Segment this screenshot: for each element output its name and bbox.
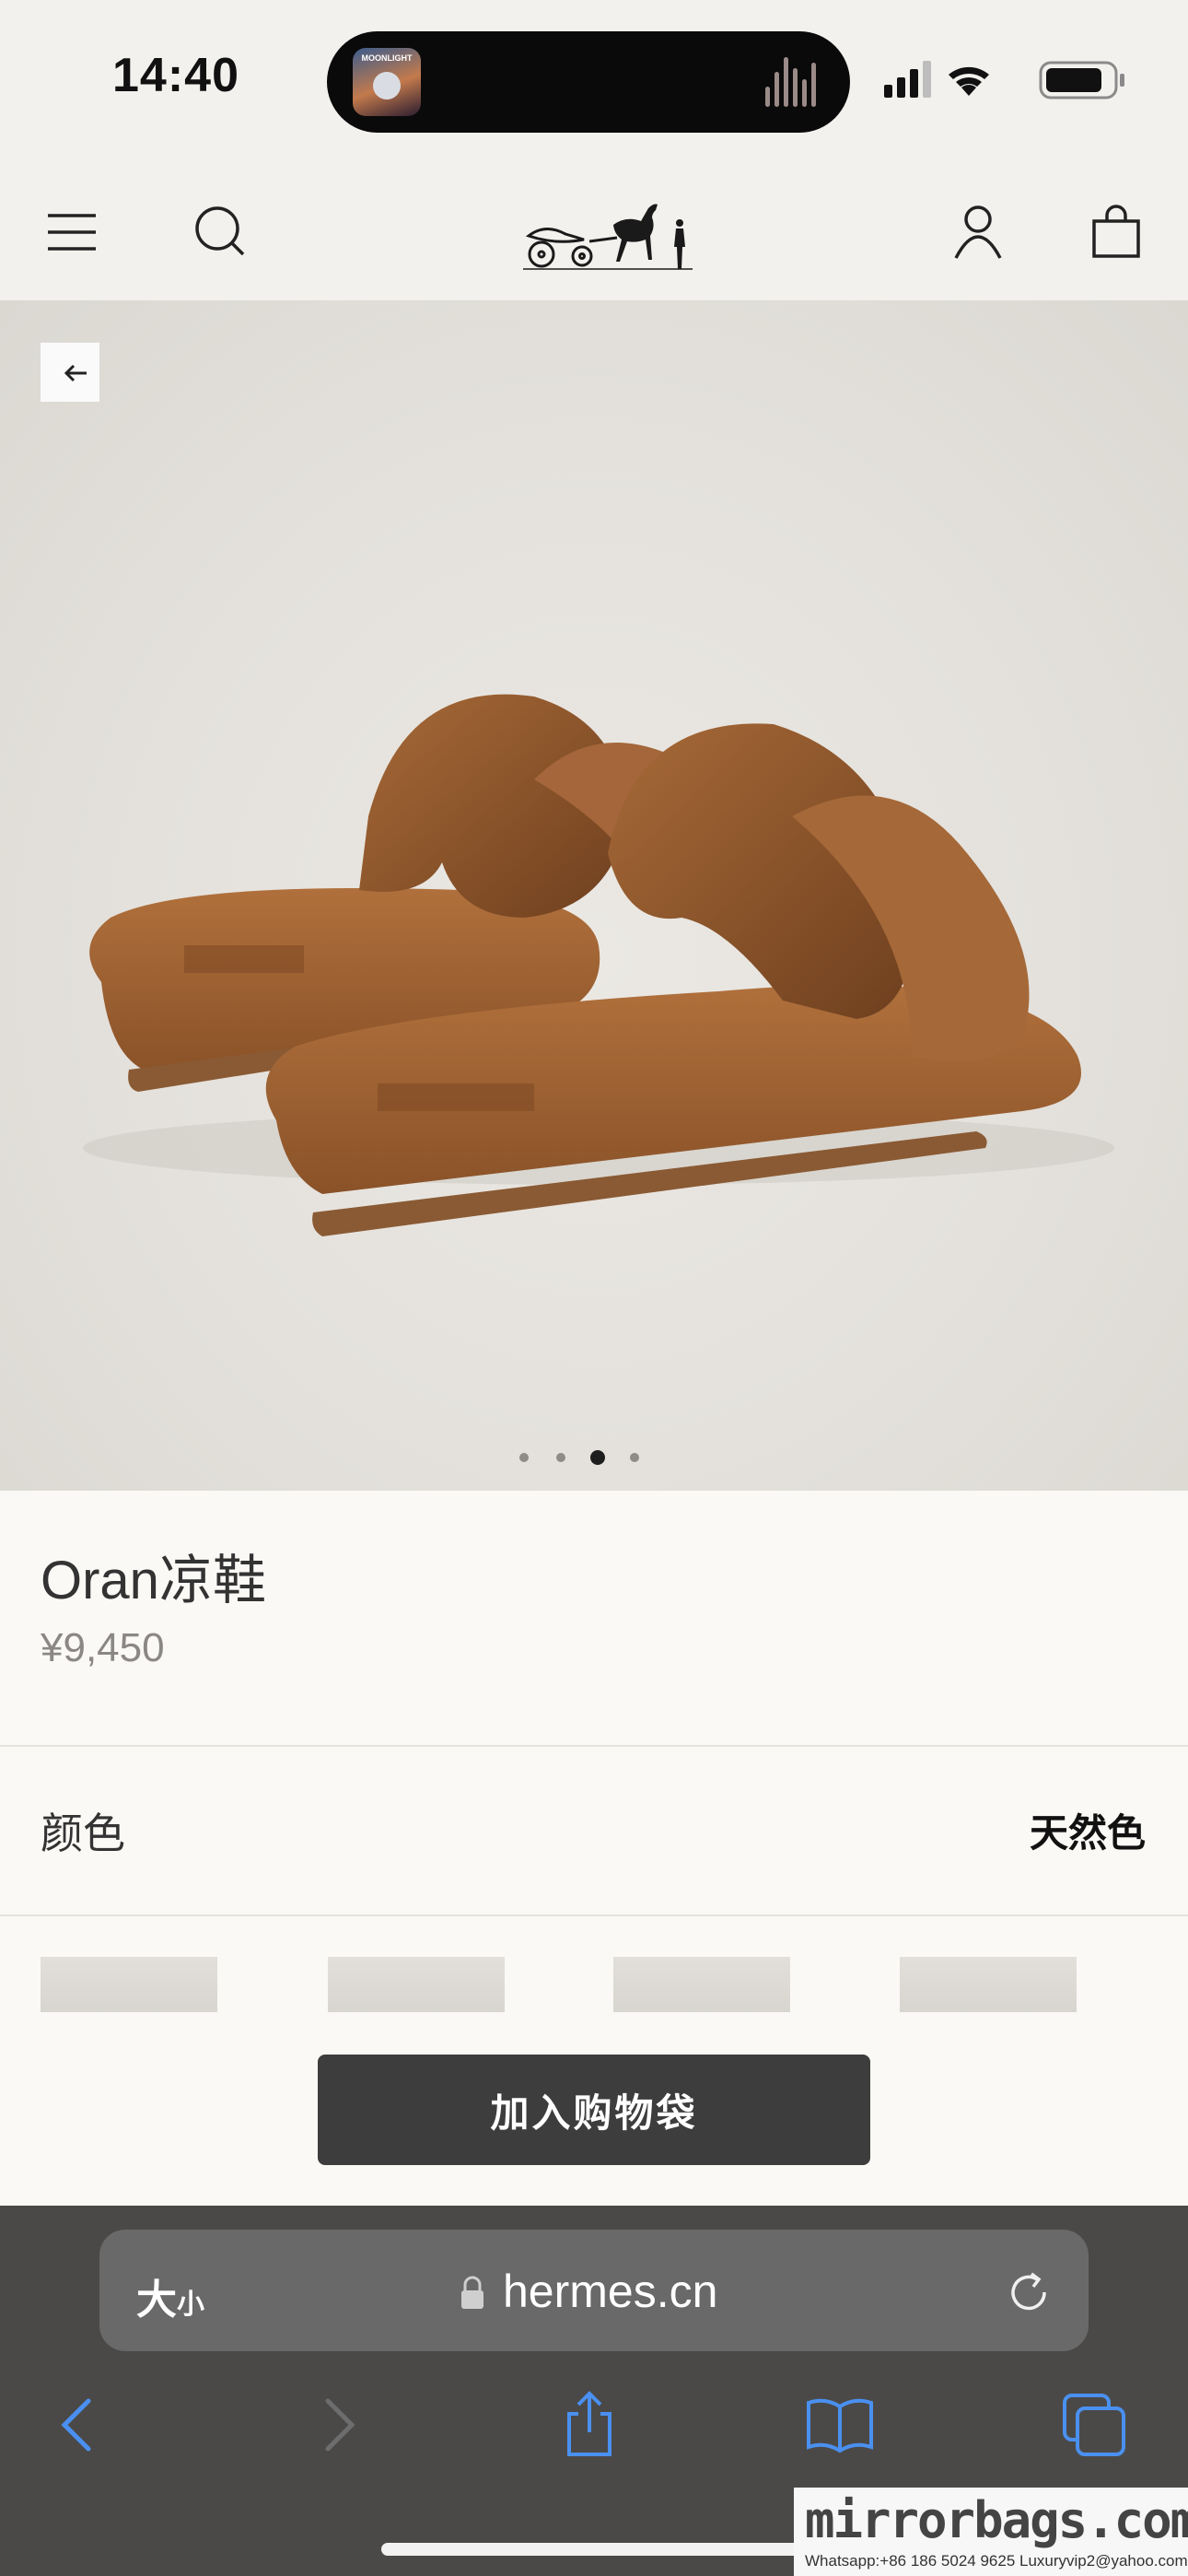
now-playing-artwork: MOONLIGHT bbox=[353, 48, 421, 116]
watermark-contact: Whatsapp:+86 186 5024 9625 Luxuryvip2@ya… bbox=[805, 2552, 1188, 2570]
color-swatch[interactable] bbox=[900, 1957, 1077, 2012]
status-bar: 14:40 MOONLIGHT bbox=[0, 0, 1188, 166]
url-text: hermes.cn bbox=[503, 2266, 718, 2317]
gallery-dot-active[interactable] bbox=[590, 1450, 605, 1465]
search-icon[interactable] bbox=[188, 199, 254, 265]
reload-icon[interactable] bbox=[1004, 2266, 1054, 2316]
hamburger-menu-icon[interactable] bbox=[39, 199, 105, 265]
gallery-pagination-dots bbox=[516, 1449, 663, 1468]
status-icons bbox=[884, 61, 1124, 100]
address-bar[interactable]: 大小 hermes.cn bbox=[99, 2230, 1089, 2351]
status-time: 14:40 bbox=[112, 49, 239, 102]
text-size-small: 小 bbox=[177, 2289, 204, 2320]
product-name: Oran凉鞋 bbox=[41, 1551, 266, 1610]
color-value: 天然色 bbox=[1029, 1811, 1146, 1855]
watermark-main: mirrorbags.com bbox=[805, 2491, 1188, 2549]
share-icon[interactable] bbox=[553, 2388, 626, 2462]
back-button[interactable] bbox=[41, 343, 99, 402]
tabs-icon[interactable] bbox=[1057, 2388, 1131, 2462]
dynamic-island[interactable]: MOONLIGHT bbox=[327, 31, 850, 133]
shopping-bag-icon[interactable] bbox=[1083, 199, 1149, 265]
product-info: Oran凉鞋 ¥9,450 bbox=[0, 1491, 1188, 1747]
arrow-left-icon bbox=[64, 364, 87, 382]
color-selector-row[interactable]: 颜色 天然色 bbox=[0, 1747, 1188, 1916]
color-swatch[interactable] bbox=[41, 1957, 217, 2012]
color-label: 颜色 bbox=[41, 1809, 125, 1857]
home-indicator[interactable] bbox=[381, 2543, 807, 2556]
wifi-icon bbox=[949, 66, 989, 96]
watermark: mirrorbags.com Whatsapp:+86 186 5024 962… bbox=[794, 2488, 1188, 2576]
add-to-bag-button[interactable]: 加入购物袋 bbox=[318, 2055, 870, 2165]
cellular-signal-icon bbox=[884, 61, 931, 98]
gallery-dot[interactable] bbox=[556, 1453, 565, 1462]
lock-icon bbox=[461, 2276, 483, 2309]
top-navigation bbox=[0, 166, 1188, 300]
forward-chevron-icon[interactable] bbox=[300, 2388, 374, 2462]
text-size-big: 大 bbox=[136, 2277, 177, 2323]
color-swatch[interactable] bbox=[613, 1957, 790, 2012]
color-swatches bbox=[0, 1916, 1188, 2012]
color-swatch[interactable] bbox=[328, 1957, 505, 2012]
battery-icon bbox=[1039, 61, 1124, 100]
product-image-gallery[interactable] bbox=[0, 300, 1188, 1491]
back-chevron-icon[interactable] bbox=[42, 2388, 116, 2462]
gallery-dot[interactable] bbox=[630, 1453, 639, 1462]
product-image-sandals bbox=[83, 694, 1114, 1236]
now-playing-art-text: MOONLIGHT bbox=[361, 53, 413, 63]
bookmarks-icon[interactable] bbox=[803, 2388, 877, 2462]
account-icon[interactable] bbox=[945, 199, 1011, 265]
audio-waveform-icon bbox=[765, 57, 822, 107]
text-size-button[interactable]: 大小 bbox=[136, 2266, 204, 2325]
gallery-dot[interactable] bbox=[519, 1453, 529, 1462]
product-price: ¥9,450 bbox=[41, 1625, 165, 1670]
cta-area: 加入购物袋 bbox=[0, 2012, 1188, 2206]
hermes-carriage-logo[interactable] bbox=[523, 188, 693, 276]
